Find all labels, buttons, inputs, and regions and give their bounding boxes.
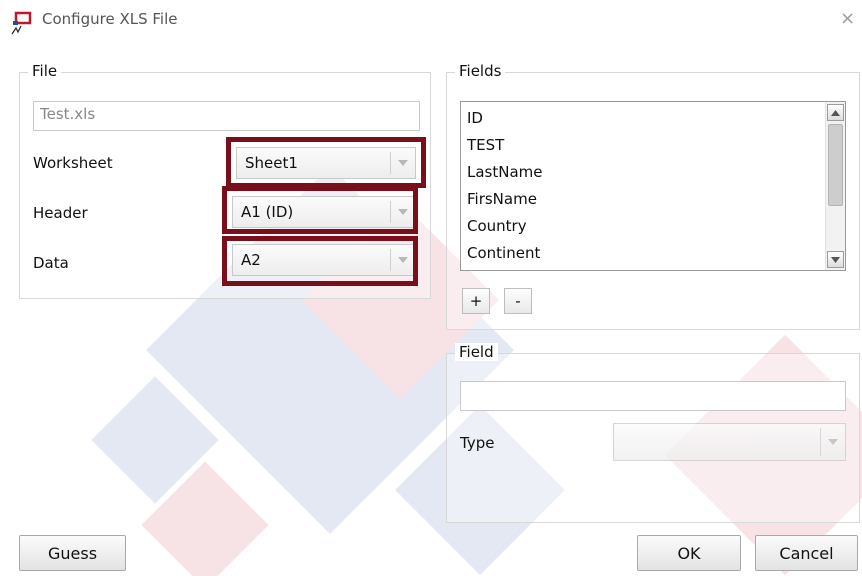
close-icon[interactable]: × (840, 8, 855, 29)
scroll-up-icon[interactable] (827, 104, 844, 121)
list-item[interactable]: FirsName (461, 186, 845, 213)
file-group-legend: File (28, 62, 62, 80)
window-title: Configure XLS File (42, 10, 178, 28)
chevron-down-icon (390, 201, 415, 223)
list-item[interactable]: TEST (461, 132, 845, 159)
list-item[interactable]: Country (461, 213, 845, 240)
data-value: A2 (241, 251, 261, 269)
list-item[interactable]: Continent (461, 240, 845, 267)
data-select[interactable]: A2 (232, 244, 416, 276)
file-name-field[interactable]: Test.xls (33, 101, 420, 131)
type-select[interactable] (613, 423, 846, 461)
list-item[interactable]: LastName (461, 159, 845, 186)
worksheet-value: Sheet1 (245, 154, 298, 172)
worksheet-select[interactable]: Sheet1 (236, 147, 416, 179)
chevron-down-icon (820, 428, 845, 456)
remove-field-button[interactable]: - (504, 288, 532, 314)
data-label: Data (33, 254, 69, 272)
chevron-down-icon (390, 152, 415, 174)
worksheet-label: Worksheet (33, 154, 113, 172)
fields-scrollbar[interactable] (825, 102, 845, 270)
type-label: Type (460, 434, 495, 452)
guess-button[interactable]: Guess (19, 535, 126, 571)
fields-group-legend: Fields (455, 62, 506, 80)
scroll-down-icon[interactable] (827, 251, 844, 268)
scroll-thumb[interactable] (828, 124, 843, 206)
add-field-button[interactable]: + (462, 288, 490, 314)
field-group-legend: Field (455, 343, 498, 361)
ok-button[interactable]: OK (637, 535, 741, 571)
cancel-button[interactable]: Cancel (755, 535, 858, 571)
field-name-input[interactable] (460, 381, 846, 411)
header-label: Header (33, 204, 88, 222)
header-select[interactable]: A1 (ID) (232, 196, 416, 228)
header-value: A1 (ID) (241, 203, 294, 221)
chevron-down-icon (390, 249, 415, 271)
xls-config-icon (11, 11, 32, 35)
list-item[interactable]: ID (461, 105, 845, 132)
fields-list[interactable]: ID TEST LastName FirsName Country Contin… (460, 101, 846, 271)
